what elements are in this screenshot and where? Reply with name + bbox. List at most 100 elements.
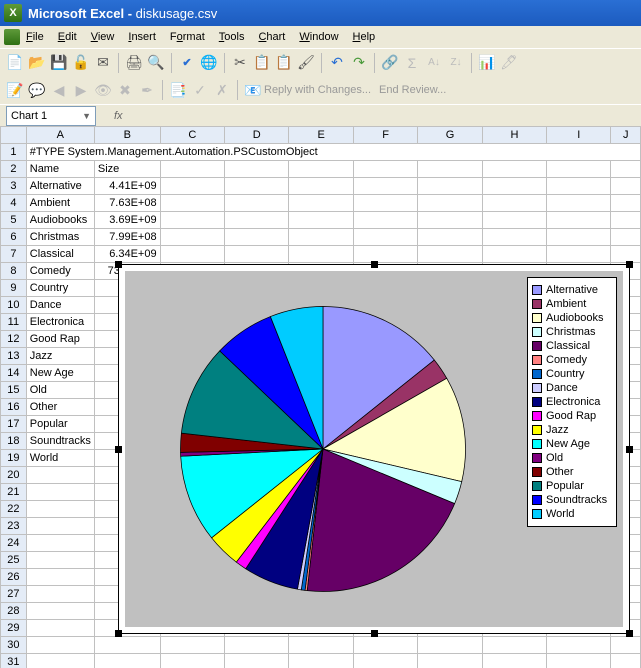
- cell-C6[interactable]: [160, 229, 224, 246]
- chart-legend[interactable]: AlternativeAmbientAudiobooksChristmasCla…: [527, 277, 617, 527]
- cell-H2[interactable]: [482, 161, 546, 178]
- pie-chart[interactable]: [173, 299, 473, 599]
- legend-item-electronica[interactable]: Electronica: [532, 396, 612, 408]
- menu-tools[interactable]: Tools: [219, 31, 245, 43]
- legend-item-popular[interactable]: Popular: [532, 480, 612, 492]
- new-icon[interactable]: 📄: [5, 53, 25, 73]
- mail-icon[interactable]: ✉: [93, 53, 113, 73]
- row-header-8[interactable]: 8: [1, 263, 27, 280]
- name-box[interactable]: Chart 1▼: [6, 106, 96, 126]
- cell-H3[interactable]: [482, 178, 546, 195]
- cell-J2[interactable]: [611, 161, 641, 178]
- cell-J30[interactable]: [611, 637, 641, 654]
- cell-B31[interactable]: [94, 654, 160, 668]
- cell-C7[interactable]: [160, 246, 224, 263]
- cell-F3[interactable]: [353, 178, 417, 195]
- redo-icon[interactable]: ↷: [349, 53, 369, 73]
- cell-F7[interactable]: [353, 246, 417, 263]
- cell-C30[interactable]: [160, 637, 224, 654]
- resize-handle[interactable]: [115, 446, 122, 453]
- legend-item-good-rap[interactable]: Good Rap: [532, 410, 612, 422]
- cell-F4[interactable]: [353, 195, 417, 212]
- cell-E5[interactable]: [289, 212, 353, 229]
- accept-change-icon[interactable]: ✓: [190, 80, 210, 100]
- resize-handle[interactable]: [371, 261, 378, 268]
- row-header-17[interactable]: 17: [1, 416, 27, 433]
- col-header-C[interactable]: C: [160, 127, 224, 144]
- menu-insert[interactable]: Insert: [128, 31, 156, 43]
- spelling-icon[interactable]: ✔: [177, 53, 197, 73]
- row-header-14[interactable]: 14: [1, 365, 27, 382]
- cell-G31[interactable]: [418, 654, 482, 668]
- cell-E3[interactable]: [289, 178, 353, 195]
- menu-file[interactable]: File: [26, 31, 44, 43]
- permission-icon[interactable]: 🔓: [71, 53, 91, 73]
- cell-F2[interactable]: [353, 161, 417, 178]
- cell-J31[interactable]: [611, 654, 641, 668]
- row-header-3[interactable]: 3: [1, 178, 27, 195]
- row-header-1[interactable]: 1: [1, 144, 27, 161]
- delete-comment-icon[interactable]: ✖: [115, 80, 135, 100]
- cell-D5[interactable]: [225, 212, 289, 229]
- cell-A26[interactable]: [26, 569, 94, 586]
- print-preview-icon[interactable]: 🔍: [146, 53, 166, 73]
- cell-J3[interactable]: [611, 178, 641, 195]
- cell-G5[interactable]: [418, 212, 482, 229]
- menu-edit[interactable]: Edit: [58, 31, 77, 43]
- cell-A31[interactable]: [26, 654, 94, 668]
- row-header-31[interactable]: 31: [1, 654, 27, 668]
- legend-item-new-age[interactable]: New Age: [532, 438, 612, 450]
- col-header-D[interactable]: D: [225, 127, 289, 144]
- show-comment-icon[interactable]: 💬: [27, 80, 47, 100]
- open-icon[interactable]: 📂: [27, 53, 47, 73]
- row-header-18[interactable]: 18: [1, 433, 27, 450]
- cell-C2[interactable]: [160, 161, 224, 178]
- next-comment-icon[interactable]: ▶: [71, 80, 91, 100]
- row-header-5[interactable]: 5: [1, 212, 27, 229]
- undo-icon[interactable]: ↶: [327, 53, 347, 73]
- show-all-icon[interactable]: 👁: [93, 80, 113, 100]
- chart-plot-area[interactable]: AlternativeAmbientAudiobooksChristmasCla…: [125, 271, 623, 627]
- cell-D7[interactable]: [225, 246, 289, 263]
- menu-window[interactable]: Window: [299, 31, 338, 43]
- cell-E31[interactable]: [289, 654, 353, 668]
- cell-A14[interactable]: New Age: [26, 365, 94, 382]
- row-header-7[interactable]: 7: [1, 246, 27, 263]
- cell-G3[interactable]: [418, 178, 482, 195]
- cell-A12[interactable]: Good Rap: [26, 331, 94, 348]
- cell-B5[interactable]: 3.69E+09: [94, 212, 160, 229]
- cell-E2[interactable]: [289, 161, 353, 178]
- legend-item-audiobooks[interactable]: Audiobooks: [532, 312, 612, 324]
- cell-D6[interactable]: [225, 229, 289, 246]
- research-icon[interactable]: 🌐: [199, 53, 219, 73]
- legend-item-ambient[interactable]: Ambient: [532, 298, 612, 310]
- chart-object[interactable]: AlternativeAmbientAudiobooksChristmasCla…: [118, 264, 630, 634]
- drawing-icon[interactable]: 🖊: [499, 53, 519, 73]
- menu-chart[interactable]: Chart: [258, 31, 285, 43]
- col-header-F[interactable]: F: [353, 127, 417, 144]
- row-header-30[interactable]: 30: [1, 637, 27, 654]
- select-all-corner[interactable]: [1, 127, 27, 144]
- col-header-E[interactable]: E: [289, 127, 353, 144]
- legend-item-old[interactable]: Old: [532, 452, 612, 464]
- resize-handle[interactable]: [626, 261, 633, 268]
- cell-B6[interactable]: 7.99E+08: [94, 229, 160, 246]
- cell-A18[interactable]: Soundtracks: [26, 433, 94, 450]
- cell-J5[interactable]: [611, 212, 641, 229]
- prev-comment-icon[interactable]: ◀: [49, 80, 69, 100]
- cut-icon[interactable]: ✂: [230, 53, 250, 73]
- legend-item-jazz[interactable]: Jazz: [532, 424, 612, 436]
- legend-item-comedy[interactable]: Comedy: [532, 354, 612, 366]
- menu-format[interactable]: Format: [170, 31, 205, 43]
- row-header-21[interactable]: 21: [1, 484, 27, 501]
- row-header-4[interactable]: 4: [1, 195, 27, 212]
- cell-A15[interactable]: Old: [26, 382, 94, 399]
- cell-D31[interactable]: [225, 654, 289, 668]
- track-changes-icon[interactable]: 📑: [168, 80, 188, 100]
- resize-handle[interactable]: [626, 446, 633, 453]
- cell-D3[interactable]: [225, 178, 289, 195]
- cell-H4[interactable]: [482, 195, 546, 212]
- cell-E4[interactable]: [289, 195, 353, 212]
- cell-B2[interactable]: Size: [94, 161, 160, 178]
- chart-wizard-icon[interactable]: 📊: [477, 53, 497, 73]
